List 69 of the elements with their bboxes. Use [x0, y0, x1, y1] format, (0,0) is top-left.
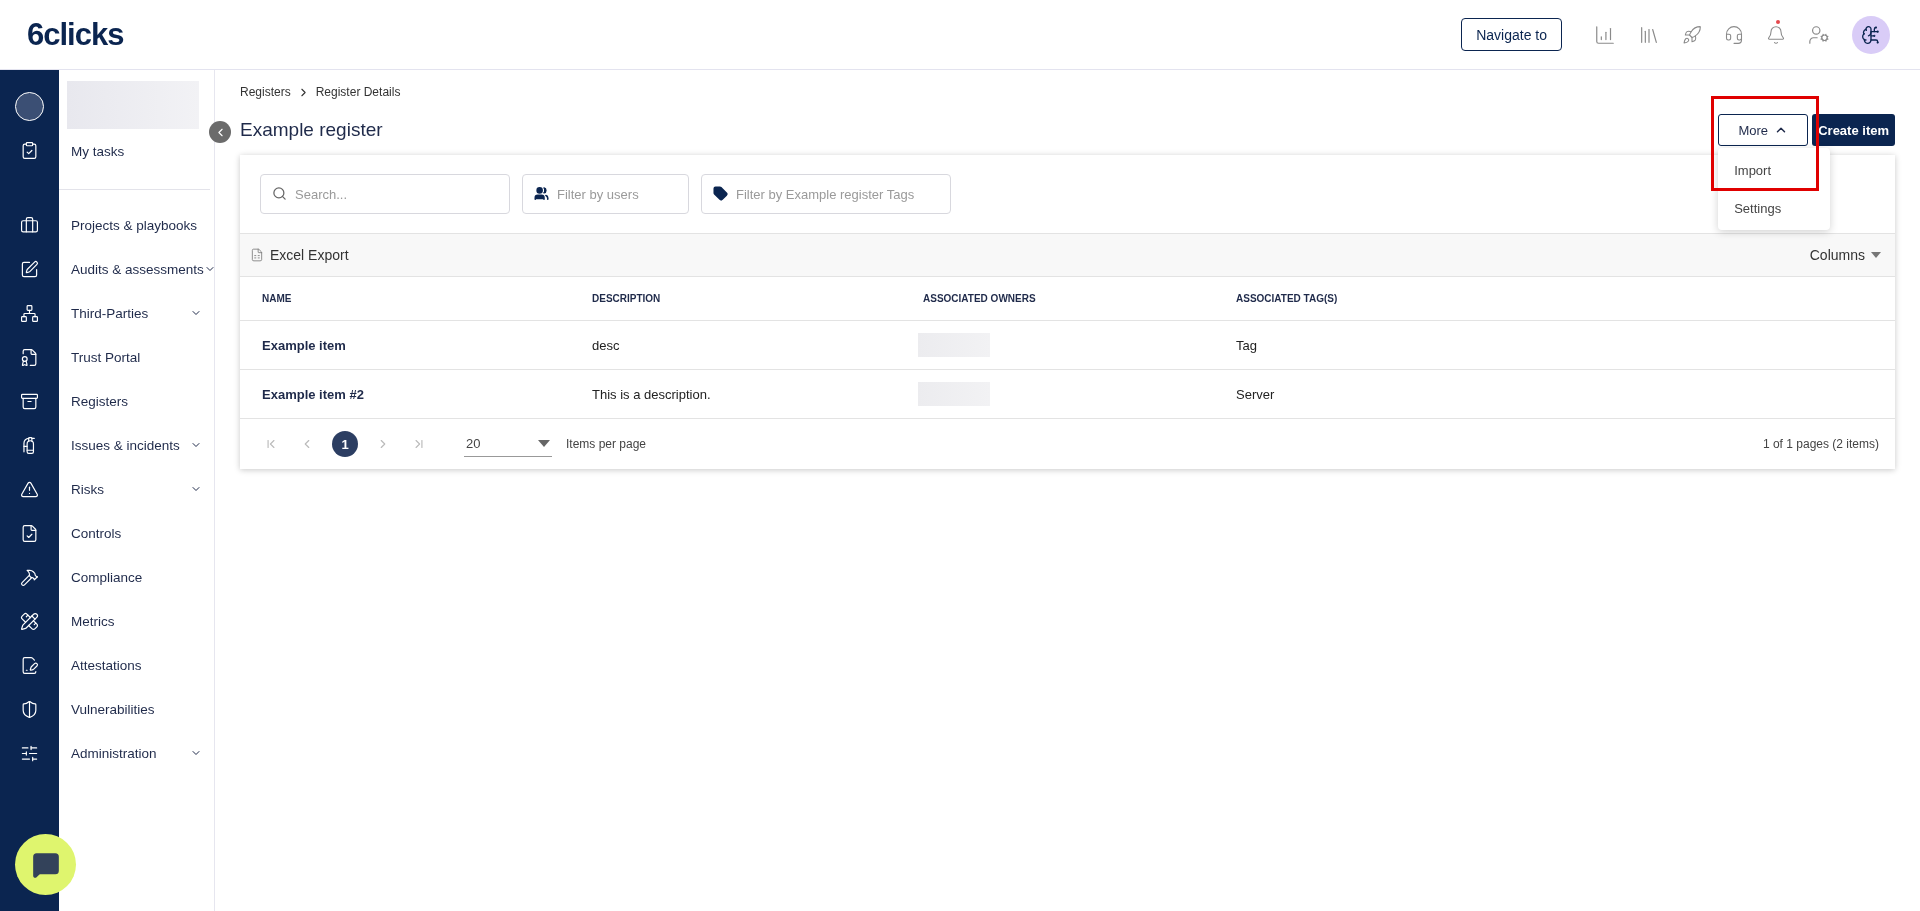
- create-item-button[interactable]: Create item: [1812, 114, 1895, 146]
- nav-item[interactable]: Administration: [67, 731, 214, 775]
- page-title: Example register: [240, 119, 383, 141]
- table-cell-text: This is a description.: [592, 385, 712, 404]
- page-size-select[interactable]: 20: [464, 431, 552, 457]
- user-settings-icon[interactable]: [1808, 23, 1830, 46]
- nav-icon[interactable]: [20, 743, 39, 763]
- column-header[interactable]: DESCRIPTION: [592, 277, 923, 320]
- users-icon: [534, 186, 549, 201]
- nav-item[interactable]: Risks: [67, 467, 214, 511]
- nav-item[interactable]: Compliance: [67, 555, 214, 599]
- table-cell-text: Tag: [1236, 336, 1258, 355]
- nav-item[interactable]: Vulnerabilities: [67, 687, 214, 731]
- brain-search-icon[interactable]: [1852, 15, 1890, 54]
- table-cell-text: desc: [592, 336, 621, 355]
- menu-item[interactable]: Settings: [1718, 189, 1831, 227]
- nav-icon[interactable]: [20, 655, 39, 675]
- nav-icon[interactable]: [20, 611, 39, 631]
- nav-item[interactable]: Audits & assessments: [67, 247, 214, 291]
- table-cell-text: Example item: [262, 336, 347, 355]
- caret-icon: [1871, 252, 1881, 258]
- filter-field[interactable]: Filter by Example register Tags: [701, 174, 951, 214]
- column-header[interactable]: ASSOCIATED TAG(S): [1236, 277, 1895, 320]
- table-cell-text: Server: [1236, 385, 1276, 404]
- columns-button[interactable]: Columns: [1809, 247, 1881, 263]
- nav-item[interactable]: Trust Portal: [67, 335, 214, 379]
- nav-icon[interactable]: [20, 215, 39, 235]
- pagination-summary: 1 of 1 pages (2 items): [1762, 437, 1879, 451]
- logo: 6clicks: [27, 16, 124, 53]
- column-header[interactable]: NAME: [262, 277, 592, 320]
- navigate-button[interactable]: Navigate to: [1461, 18, 1562, 51]
- chart-icon[interactable]: [1594, 23, 1616, 46]
- excel-export-button[interactable]: Excel Export: [250, 247, 349, 263]
- nav-item[interactable]: Attestations: [67, 643, 214, 687]
- nav-item[interactable]: My tasks: [67, 129, 214, 173]
- tag-icon: [713, 186, 728, 201]
- caret-icon: [538, 440, 550, 447]
- breadcrumb-current: Register Details: [315, 85, 401, 99]
- nav-icon[interactable]: [20, 699, 39, 719]
- more-button[interactable]: More: [1718, 114, 1809, 146]
- nav-icon[interactable]: [20, 391, 39, 411]
- collapse-button[interactable]: [209, 121, 231, 143]
- search-field[interactable]: Search...: [260, 174, 510, 214]
- nav-icon[interactable]: [20, 479, 39, 499]
- menu-item[interactable]: Import: [1718, 151, 1831, 189]
- page-size-label: Items per page: [566, 437, 647, 451]
- page-number[interactable]: 1: [332, 431, 358, 457]
- nav-item[interactable]: Controls: [67, 511, 214, 555]
- chat-icon: [31, 850, 60, 879]
- spreadsheet-icon: [250, 248, 264, 262]
- table-cell-text: Example item #2: [262, 385, 365, 404]
- nav-item[interactable]: Third-Parties: [67, 291, 214, 335]
- headset-icon[interactable]: [1724, 24, 1744, 45]
- nav-item[interactable]: Issues & incidents: [67, 423, 214, 467]
- nav-icon[interactable]: [20, 259, 39, 279]
- filter-field[interactable]: Filter by users: [522, 174, 689, 214]
- nav-icon[interactable]: [20, 523, 39, 543]
- nav-icon[interactable]: [20, 567, 39, 587]
- breadcrumb-link[interactable]: Registers: [240, 85, 291, 99]
- nav-item[interactable]: Registers: [67, 379, 214, 423]
- column-header[interactable]: ASSOCIATED OWNERS: [923, 277, 1236, 320]
- nav-item[interactable]: Projects & playbooks: [67, 203, 214, 247]
- avatar[interactable]: [15, 91, 44, 121]
- nav-icon[interactable]: [20, 347, 39, 367]
- rocket-icon[interactable]: [1682, 24, 1702, 45]
- search-icon: [272, 186, 287, 201]
- clipboard-check-icon[interactable]: [20, 140, 39, 160]
- nav-icon[interactable]: [20, 303, 39, 323]
- nav-item[interactable]: Metrics: [67, 599, 214, 643]
